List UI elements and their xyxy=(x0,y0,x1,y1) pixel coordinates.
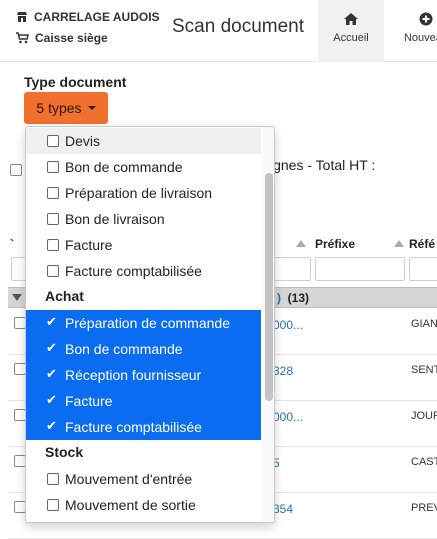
option-facture[interactable]: Facture xyxy=(26,232,261,258)
option-checkbox[interactable] xyxy=(47,499,59,511)
home-icon xyxy=(344,13,358,25)
cart-icon xyxy=(16,32,29,44)
option-label: Facture xyxy=(65,237,113,253)
sort-up-icon[interactable] xyxy=(296,240,306,247)
option-label: Bon de commande xyxy=(65,341,183,357)
checkmark-icon: ✔ xyxy=(46,340,57,355)
company-name: CARRELAGE AUDOIS xyxy=(16,10,160,24)
checkmark-icon: ✔ xyxy=(46,314,57,329)
option-label: Préparation de commande xyxy=(65,315,230,331)
option-label: Facture comptabilisée xyxy=(65,419,202,435)
row-name: SENT xyxy=(411,364,437,376)
checkmark-icon: ✔ xyxy=(46,392,57,407)
row-document-link[interactable]: 000... xyxy=(273,318,303,332)
page-title: Scan document xyxy=(172,16,305,37)
option-label: Mouvement de sortie xyxy=(65,497,196,513)
row-document-link[interactable]: 354 xyxy=(273,502,293,516)
tab-nouveau-label: Nouveau xyxy=(403,32,437,44)
option-preparation-de-livraison[interactable]: Préparation de livraison xyxy=(26,180,261,206)
row-name: PREV xyxy=(411,502,437,514)
option-checkbox[interactable] xyxy=(47,473,59,485)
option-achat-facture-comptabilisee[interactable]: ✔ Facture comptabilisée xyxy=(26,414,261,440)
filter-input-document[interactable] xyxy=(270,257,311,281)
option-label: Réception fournisseur xyxy=(65,367,202,383)
select-all-checkbox[interactable] xyxy=(10,164,22,176)
top-bar: CARRELAGE AUDOIS Caisse siège Scan docum… xyxy=(0,0,437,62)
row-name: GIAN xyxy=(411,318,437,330)
option-bon-de-livraison[interactable]: Bon de livraison xyxy=(26,206,261,232)
option-checkbox[interactable] xyxy=(47,135,59,147)
types-button-label: 5 types xyxy=(36,100,82,116)
option-checkbox[interactable] xyxy=(47,213,59,225)
option-bon-de-commande[interactable]: Bon de commande xyxy=(26,154,261,180)
option-label: Devis xyxy=(65,133,101,149)
option-achat-reception-fournisseur[interactable]: ✔ Réception fournisseur xyxy=(26,362,261,388)
collapse-triangle-icon[interactable] xyxy=(12,294,22,301)
types-dropdown-button[interactable]: 5 types xyxy=(24,92,108,124)
option-stock-mouvement-sortie[interactable]: Mouvement de sortie xyxy=(26,492,261,518)
group-row-count: (13) xyxy=(287,291,310,305)
option-checkbox[interactable] xyxy=(47,161,59,173)
document-type-dropdown[interactable]: Devis Bon de commande Préparation de liv… xyxy=(25,126,275,523)
lines-total-label: ignes - Total HT : xyxy=(270,157,376,173)
register-label: Caisse siège xyxy=(35,31,108,45)
column-header-reference[interactable]: Réfé xyxy=(409,237,435,251)
column-header-prefix[interactable]: Préfixe xyxy=(315,237,355,251)
option-achat-bon-de-commande[interactable]: ✔ Bon de commande xyxy=(26,336,261,362)
row-document-link[interactable]: 328 xyxy=(273,364,293,378)
group-header-stock: Stock xyxy=(45,444,84,460)
option-checkbox[interactable] xyxy=(47,265,59,277)
column-header-first: ` xyxy=(10,237,14,251)
row-name: JOUR xyxy=(411,410,437,422)
option-stock-mouvement-entree[interactable]: Mouvement d'entrée xyxy=(26,466,261,492)
filter-input-reference[interactable] xyxy=(409,257,437,281)
company-label: CARRELAGE AUDOIS xyxy=(34,10,160,24)
row-name: CAST xyxy=(411,456,437,468)
plus-circle-icon xyxy=(419,12,433,26)
tab-accueil-label: Accueil xyxy=(333,32,369,44)
option-label: Mouvement d'entrée xyxy=(65,471,193,487)
store-icon xyxy=(17,12,27,22)
checkmark-icon: ✔ xyxy=(46,418,57,433)
group-row-paren: ) xyxy=(277,291,281,305)
tab-accueil[interactable]: Accueil xyxy=(318,0,384,62)
register-name: Caisse siège xyxy=(16,31,108,45)
option-label: Bon de livraison xyxy=(65,211,165,227)
option-label: Bon de commande xyxy=(65,159,183,175)
sort-up-icon[interactable] xyxy=(394,240,404,247)
option-devis[interactable]: Devis xyxy=(26,128,261,154)
option-label: Facture xyxy=(65,393,113,409)
option-achat-facture[interactable]: ✔ Facture xyxy=(26,388,261,414)
option-checkbox[interactable] xyxy=(47,187,59,199)
option-label: Facture comptabilisée xyxy=(65,263,202,279)
option-achat-preparation-de-commande[interactable]: ✔ Préparation de commande xyxy=(26,310,261,336)
checkmark-icon: ✔ xyxy=(46,366,57,381)
group-header-achat: Achat xyxy=(45,288,84,304)
option-checkbox[interactable] xyxy=(47,239,59,251)
caret-down-icon xyxy=(87,106,96,110)
row-document-link[interactable]: 000... xyxy=(273,410,303,424)
tab-nouveau[interactable]: Nouveau xyxy=(396,0,437,62)
type-document-label: Type document xyxy=(24,74,127,90)
option-label: Préparation de livraison xyxy=(65,185,213,201)
dropdown-scrollbar-thumb[interactable] xyxy=(265,173,273,401)
filter-input-prefix[interactable] xyxy=(315,257,405,281)
group-row-label: ) (13) xyxy=(277,291,309,305)
option-facture-comptabilisee[interactable]: Facture comptabilisée xyxy=(26,258,261,284)
